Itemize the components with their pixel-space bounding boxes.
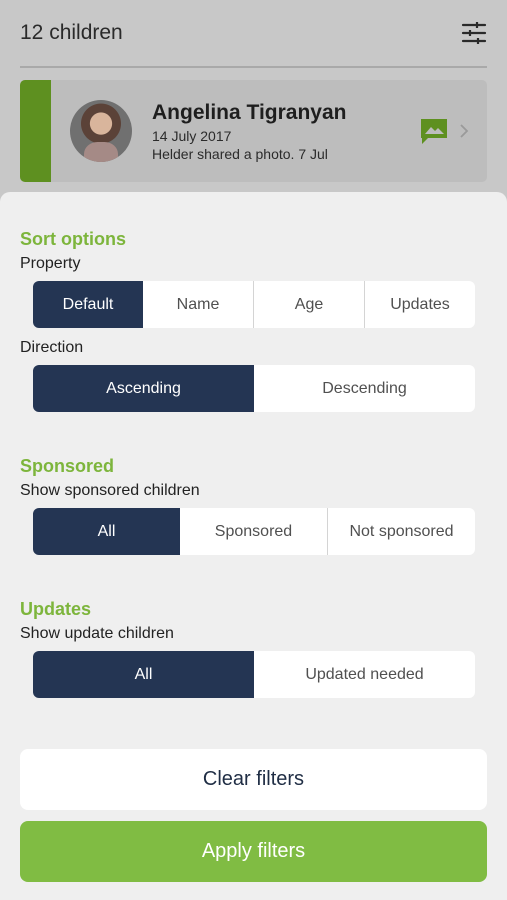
property-option-age[interactable]: Age	[253, 281, 364, 328]
filter-sheet: Sort options Property Default Name Age U…	[0, 192, 507, 900]
direction-option-ascending[interactable]: Ascending	[33, 365, 254, 412]
updates-option-updated-needed[interactable]: Updated needed	[254, 651, 475, 698]
child-avatar	[70, 100, 132, 162]
chevron-right-icon[interactable]	[459, 124, 469, 138]
list-header: 12 children	[20, 0, 487, 68]
updates-title: Updates	[20, 599, 92, 619]
sort-options-title: Sort options	[20, 229, 126, 249]
filter-sliders-icon[interactable]	[461, 20, 487, 46]
children-count-title: 12 children	[20, 21, 123, 44]
sponsored-option-sponsored[interactable]: Sponsored	[180, 508, 327, 555]
sponsored-label: Show sponsored children	[20, 482, 200, 499]
photo-icon	[421, 119, 447, 144]
sponsored-segmented-control: All Sponsored Not sponsored	[33, 508, 475, 555]
child-birth-date: 14 July 2017	[152, 127, 232, 144]
screen: 12 children Angelina Tigranyan 14 July 2…	[0, 0, 507, 900]
clear-filters-button[interactable]: Clear filters	[20, 749, 487, 810]
direction-option-descending[interactable]: Descending	[254, 365, 475, 412]
property-option-updates[interactable]: Updates	[364, 281, 475, 328]
child-info: Angelina Tigranyan 14 July 2017 Helder s…	[152, 101, 419, 162]
sponsored-option-not-sponsored[interactable]: Not sponsored	[327, 508, 475, 555]
updates-label: Show update children	[20, 625, 174, 642]
property-option-name[interactable]: Name	[143, 281, 253, 328]
updates-option-all[interactable]: All	[33, 651, 254, 698]
child-name: Angelina Tigranyan	[152, 100, 347, 124]
card-accent-bar	[20, 80, 51, 182]
sponsored-title: Sponsored	[20, 456, 115, 476]
property-option-default[interactable]: Default	[33, 281, 143, 328]
property-label: Property	[20, 255, 81, 272]
property-segmented-control: Default Name Age Updates	[33, 281, 475, 328]
updates-segmented-control: All Updated needed	[33, 651, 475, 698]
sponsored-option-all[interactable]: All	[33, 508, 180, 555]
direction-segmented-control: Ascending Descending	[33, 365, 475, 412]
apply-filters-button[interactable]: Apply filters	[20, 821, 487, 882]
child-card[interactable]: Angelina Tigranyan 14 July 2017 Helder s…	[20, 80, 487, 182]
direction-label: Direction	[20, 339, 84, 356]
child-latest-update: Helder shared a photo. 7 Jul	[152, 145, 328, 162]
